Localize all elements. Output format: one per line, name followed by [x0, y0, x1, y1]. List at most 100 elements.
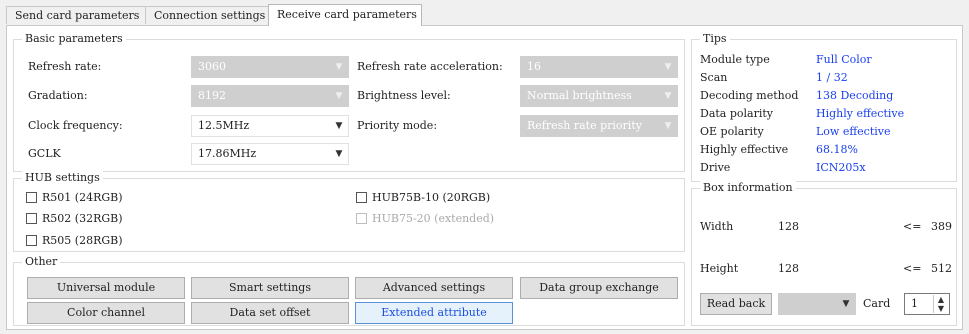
clock-frequency-label: Clock frequency:: [28, 119, 123, 132]
tab-receive-card-parameters[interactable]: Receive card parameters: [268, 4, 422, 26]
refresh-rate-select[interactable]: 3060 ▼: [191, 56, 349, 78]
refresh-rate-acceleration-select[interactable]: 16 ▼: [520, 56, 678, 78]
box-information-title: Box information: [700, 181, 796, 195]
data-group-exchange-button[interactable]: Data group exchange: [520, 277, 678, 299]
tips-title: Tips: [700, 32, 730, 46]
data-set-offset-button[interactable]: Data set offset: [191, 302, 349, 324]
button-label: Extended attribute: [381, 306, 487, 319]
chevron-down-icon: ▼: [335, 91, 343, 101]
chevron-down-icon: ▼: [335, 149, 343, 159]
refresh-rate-value: 3060: [198, 60, 226, 73]
basic-parameters-title: Basic parameters: [22, 32, 126, 46]
brightness-level-select[interactable]: Normal brightness ▼: [520, 85, 678, 107]
other-group: Other Universal module Smart settings Ad…: [13, 255, 685, 326]
tip-key: Data polarity: [700, 107, 774, 120]
chevron-down-icon: ▼: [664, 121, 672, 131]
button-label: Universal module: [56, 281, 156, 294]
button-label: Smart settings: [229, 281, 311, 294]
card-label: Card: [863, 297, 891, 310]
tip-value: Highly effective: [816, 107, 905, 120]
tip-key: Scan: [700, 71, 728, 84]
chevron-down-icon: ▼: [664, 91, 672, 101]
checkbox-icon: [356, 213, 367, 224]
advanced-settings-button[interactable]: Advanced settings: [355, 277, 513, 299]
button-label: Data group exchange: [539, 281, 659, 294]
checkbox-icon: [26, 192, 37, 203]
gradation-value: 8192: [198, 89, 226, 102]
hub-r505-checkbox[interactable]: R505 (28RGB): [26, 233, 123, 249]
button-label: Read back: [706, 297, 766, 310]
priority-mode-label: Priority mode:: [357, 119, 438, 132]
clock-frequency-select[interactable]: 12.5MHz ▼: [191, 115, 349, 137]
checkbox-icon: [26, 235, 37, 246]
refresh-rate-label: Refresh rate:: [28, 60, 102, 73]
checkbox-icon: [356, 192, 367, 203]
card-number-spinbox[interactable]: 1 ▲ ▼: [904, 293, 950, 315]
smart-settings-button[interactable]: Smart settings: [191, 277, 349, 299]
width-limit-operator: <=: [903, 220, 922, 233]
hub-option-label: HUB75-20 (extended): [372, 212, 495, 225]
chevron-down-icon: ▼: [664, 62, 672, 72]
tip-key: OE polarity: [700, 125, 764, 138]
hub-option-label: R502 (32RGB): [42, 212, 123, 225]
tip-value: 68.18%: [816, 143, 858, 156]
tip-key: Decoding method: [700, 89, 799, 102]
gradation-label: Gradation:: [28, 89, 88, 102]
gclk-label: GCLK: [28, 147, 61, 160]
tab-label: Connection settings: [154, 9, 266, 22]
button-label: Data set offset: [229, 306, 311, 319]
read-back-button[interactable]: Read back: [700, 293, 772, 315]
height-limit: 512: [931, 262, 952, 275]
receive-card-panel: Basic parameters Refresh rate: 3060 ▼ Gr…: [6, 25, 963, 330]
hub-r502-checkbox[interactable]: R502 (32RGB): [26, 211, 123, 227]
tip-value: Full Color: [816, 53, 872, 66]
card-number-value: 1: [911, 297, 918, 310]
tip-key: Module type: [700, 53, 770, 66]
priority-mode-select[interactable]: Refresh rate priority ▼: [520, 115, 678, 137]
tips-group: Tips Module type Full Color Scan 1 / 32 …: [691, 32, 957, 182]
height-limit-operator: <=: [903, 262, 922, 275]
tip-value: 1 / 32: [816, 71, 848, 84]
hub-option-label: R505 (28RGB): [42, 234, 123, 247]
width-value: 128: [778, 220, 799, 233]
clock-frequency-value: 12.5MHz: [198, 119, 250, 132]
hub-75-20-checkbox[interactable]: HUB75-20 (extended): [356, 211, 494, 227]
hub-settings-title: HUB settings: [22, 171, 103, 185]
other-title: Other: [22, 255, 61, 269]
refresh-rate-acceleration-value: 16: [527, 60, 541, 73]
priority-mode-value: Refresh rate priority: [527, 119, 642, 132]
chevron-down-icon: ▼: [842, 299, 850, 309]
hub-r501-checkbox[interactable]: R501 (24RGB): [26, 190, 123, 206]
gclk-value: 17.86MHz: [198, 147, 257, 160]
gradation-select[interactable]: 8192 ▼: [191, 85, 349, 107]
spin-arrows-icon[interactable]: ▲ ▼: [933, 295, 948, 313]
box-information-group: Box information Width 128 <= 389 Height …: [691, 181, 957, 326]
chevron-down-icon: ▼: [335, 62, 343, 72]
checkbox-icon: [26, 213, 37, 224]
tip-value: ICN205x: [816, 161, 866, 174]
hub-option-label: R501 (24RGB): [42, 191, 123, 204]
height-value: 128: [778, 262, 799, 275]
universal-module-button[interactable]: Universal module: [27, 277, 185, 299]
tip-value: Low effective: [816, 125, 891, 138]
refresh-rate-acceleration-label: Refresh rate acceleration:: [357, 60, 503, 73]
extended-attribute-button[interactable]: Extended attribute: [355, 302, 513, 324]
tip-key: Drive: [700, 161, 731, 174]
tab-label: Send card parameters: [15, 9, 140, 22]
hub-settings-group: HUB settings R501 (24RGB) R502 (32RGB) R…: [13, 171, 685, 252]
tab-send-card-parameters[interactable]: Send card parameters: [6, 6, 146, 24]
chevron-down-icon: ▼: [335, 121, 343, 131]
gclk-select[interactable]: 17.86MHz ▼: [191, 143, 349, 165]
brightness-level-value: Normal brightness: [527, 89, 632, 102]
width-label: Width: [700, 220, 734, 233]
tab-connection-settings[interactable]: Connection settings: [145, 6, 269, 24]
tip-key: Highly effective: [700, 143, 789, 156]
tip-value: 138 Decoding: [816, 89, 894, 102]
hub-option-label: HUB75B-10 (20RGB): [372, 191, 491, 204]
tab-label: Receive card parameters: [277, 8, 417, 21]
color-channel-button[interactable]: Color channel: [27, 302, 185, 324]
width-limit: 389: [931, 220, 952, 233]
hub-75b-10-checkbox[interactable]: HUB75B-10 (20RGB): [356, 190, 490, 206]
read-back-port-select[interactable]: ▼: [778, 293, 856, 315]
brightness-level-label: Brightness level:: [357, 89, 451, 102]
